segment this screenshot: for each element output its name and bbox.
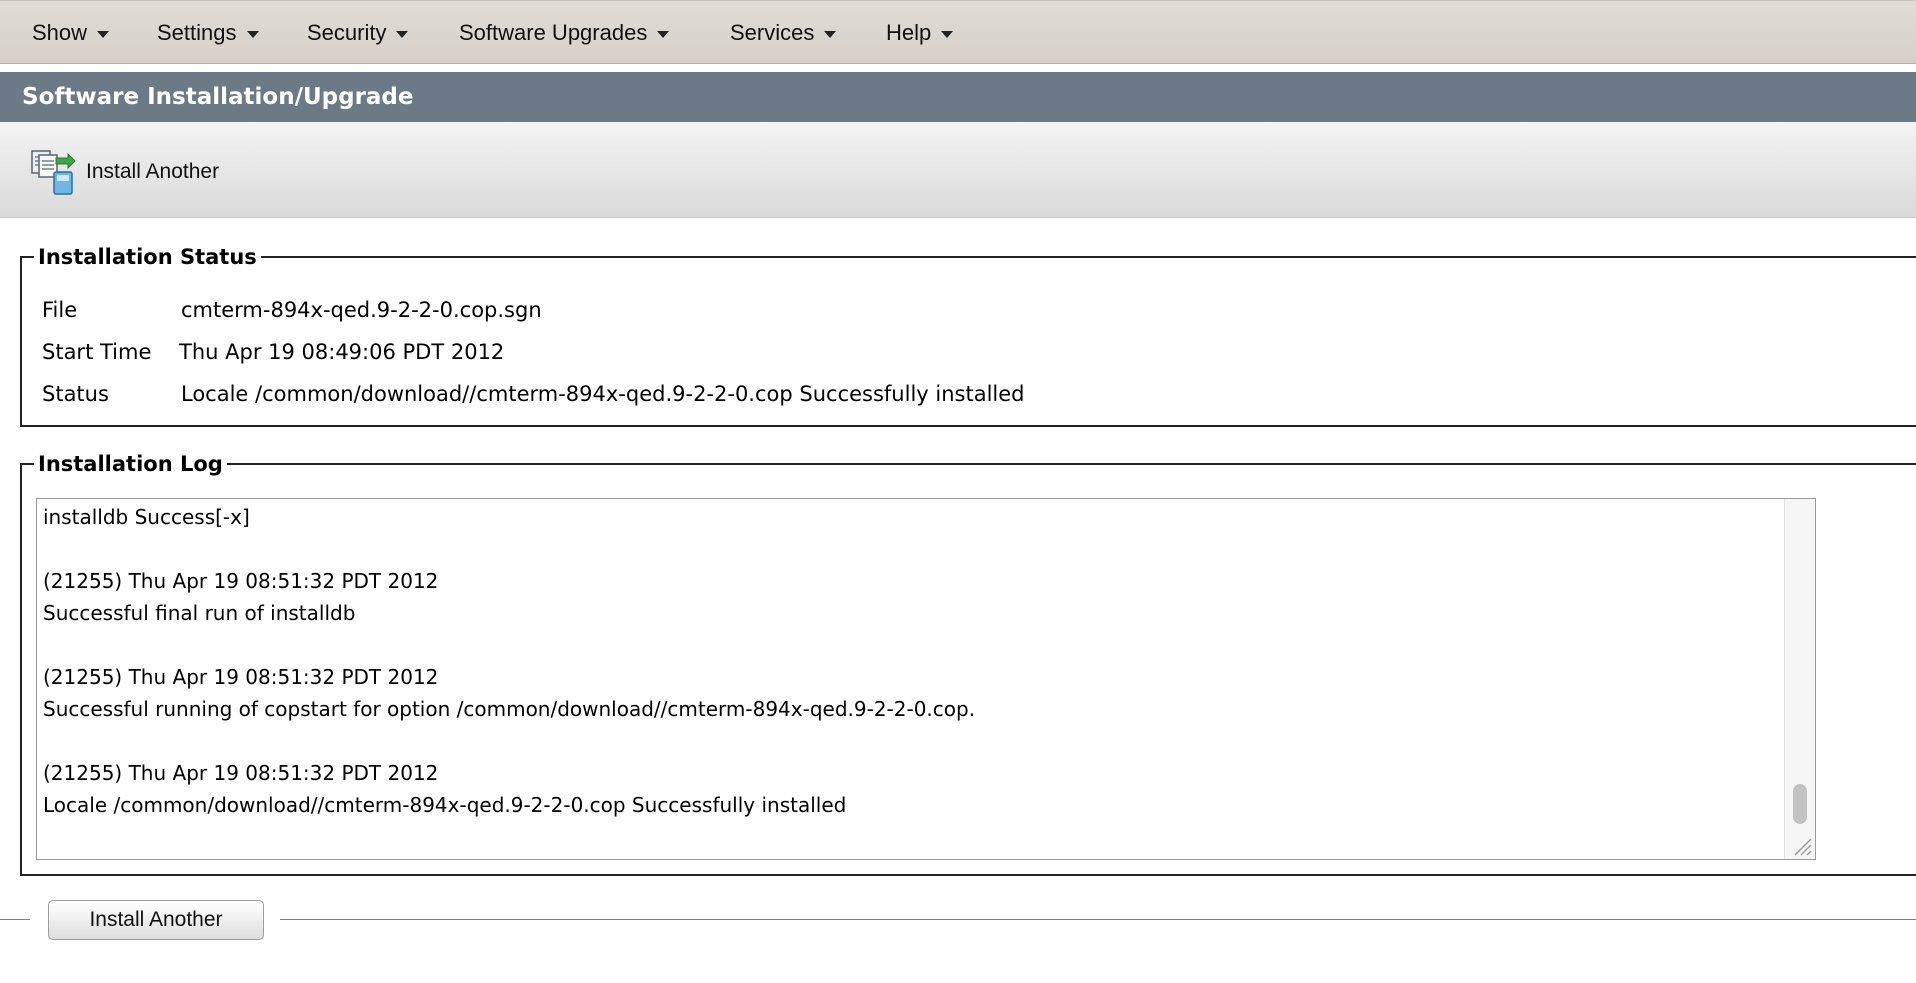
menu-security[interactable]: Security (307, 1, 409, 65)
chevron-down-icon (97, 30, 110, 38)
menu-show-label: Show (32, 20, 88, 45)
toolbar-install-another-label: Install Another (86, 160, 220, 183)
chevron-down-icon (246, 30, 259, 38)
installation-log-legend: Installation Log (38, 452, 223, 476)
menu-services-label: Services (730, 20, 815, 45)
installation-log-text: installdb Success[-x] (21255) Thu Apr 19… (43, 505, 976, 817)
menu-settings[interactable]: Settings (157, 1, 259, 65)
menu-bar: Show Settings Security Software Upgrades… (0, 0, 1916, 64)
menu-show[interactable]: Show (32, 1, 110, 65)
resize-grip-icon[interactable] (1791, 835, 1813, 857)
menu-software-upgrades-label: Software Upgrades (459, 20, 648, 45)
divider-dash (12, 919, 24, 920)
menu-settings-label: Settings (157, 20, 237, 45)
install-another-button[interactable]: Install Another (48, 900, 264, 940)
bottom-divider (0, 919, 1916, 920)
chevron-down-icon (657, 30, 670, 38)
log-scrollbar-thumb[interactable] (1793, 784, 1807, 824)
menu-security-label: Security (307, 20, 387, 45)
status-label-status: Status (42, 382, 109, 406)
toolbar: Install Another (0, 122, 1916, 218)
chevron-down-icon (824, 30, 837, 38)
status-label-start-time: Start Time (42, 340, 152, 364)
status-value-file: cmterm-894x-qed.9-2-2-0.cop.sgn (181, 298, 542, 322)
menu-help-label: Help (886, 20, 932, 45)
status-label-file: File (42, 298, 78, 322)
menu-software-upgrades[interactable]: Software Upgrades (459, 1, 670, 65)
menu-services[interactable]: Services (730, 1, 837, 65)
log-scrollbar[interactable] (1784, 499, 1815, 859)
chevron-down-icon (396, 30, 409, 38)
menu-help[interactable]: Help (886, 1, 954, 65)
install-another-icon (31, 150, 76, 195)
status-value-status: Locale /common/download//cmterm-894x-qed… (181, 382, 1025, 406)
title-bar: Software Installation/Upgrade (0, 72, 1916, 122)
chevron-down-icon (941, 30, 954, 38)
installation-status-legend: Installation Status (38, 245, 257, 269)
installation-log-textarea[interactable]: installdb Success[-x] (21255) Thu Apr 19… (36, 498, 1816, 860)
page-title: Software Installation/Upgrade (22, 84, 414, 110)
status-value-start-time: Thu Apr 19 08:49:06 PDT 2012 (179, 340, 505, 364)
